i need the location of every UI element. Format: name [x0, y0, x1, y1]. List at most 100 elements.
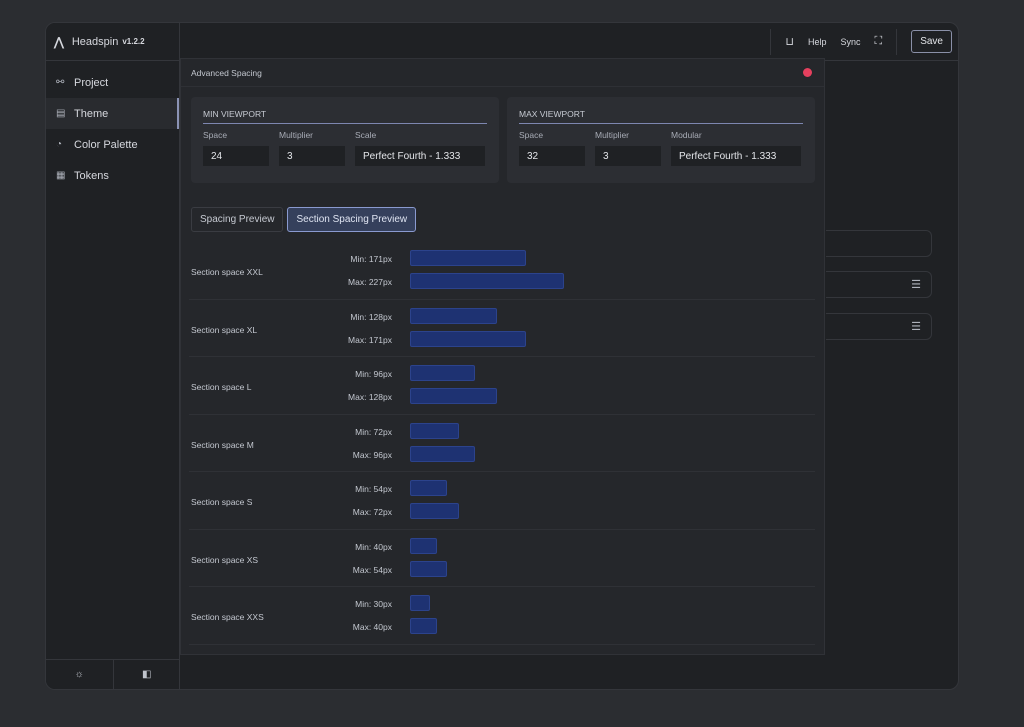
- section-row: Section space XS Min: 40px Max: 54px: [189, 530, 815, 587]
- min-value: 128: [368, 311, 384, 322]
- min-bar: [410, 595, 431, 611]
- background-field: [826, 230, 932, 257]
- max-label: Max: 40px: [352, 622, 392, 632]
- max-value: 72: [373, 507, 384, 517]
- max-value: 128: [368, 392, 384, 402]
- min-bar: [410, 307, 498, 324]
- tokens-icon: ▦: [56, 170, 66, 181]
- sidebar-toggle-button[interactable]: ◧: [114, 660, 181, 689]
- min-label: Min: 96px: [355, 369, 392, 379]
- section-name: Section space S: [191, 497, 253, 507]
- section-name: Section space XS: [191, 554, 259, 565]
- sidebar-item-label: Tokens: [74, 169, 109, 182]
- app-name: Headspin: [71, 35, 119, 48]
- max-value: 227: [368, 277, 384, 287]
- min-label: Min: 171px: [350, 254, 392, 264]
- sidebar-item-label: Project: [74, 76, 109, 89]
- sidebar-footer: ☼ ◧: [46, 659, 180, 689]
- fullscreen-icon[interactable]: ⛶: [875, 35, 883, 48]
- min-multiplier-input[interactable]: 3: [279, 146, 345, 166]
- panel-title: MIN VIEWPORT: [203, 109, 487, 124]
- theme-toggle-button[interactable]: ☼: [46, 660, 114, 689]
- min-bar: [410, 480, 447, 496]
- field-label: Scale: [355, 130, 377, 140]
- min-label: Min: 72px: [355, 426, 392, 437]
- section-name: Section space XL: [191, 324, 258, 335]
- tab-section-spacing-preview[interactable]: Section Spacing Preview: [287, 207, 417, 232]
- min-label: Min: 128px: [350, 311, 392, 322]
- section-row: Section space M Min: 72px Max: 96px: [189, 415, 815, 472]
- sidebar-item-tokens[interactable]: ▦ Tokens: [46, 160, 179, 191]
- min-bar: [410, 422, 459, 439]
- min-space-input[interactable]: 24: [203, 146, 269, 166]
- min-label: Min: 40px: [355, 541, 392, 552]
- headspin-logo-icon: ⋀: [54, 34, 64, 49]
- min-scale-select[interactable]: Perfect Fourth - 1.333: [355, 146, 485, 166]
- field-label: Space: [203, 130, 228, 140]
- sidebar-item-theme[interactable]: ▤ Theme: [46, 98, 179, 129]
- field-label: Multiplier: [279, 130, 314, 140]
- max-viewport-panel: MAX VIEWPORT Space 32 Multiplier 3 Modular…: [507, 97, 815, 183]
- theme-icon: ▤: [56, 108, 66, 119]
- section-row: Section space L Min: 96px Max: 128px: [189, 357, 815, 415]
- sidebar-item-label: Color Palette: [74, 138, 138, 151]
- min-bar: [410, 537, 438, 554]
- max-label: Max: 227px: [348, 277, 392, 287]
- sidebar-item-color-palette[interactable]: ◔ Color Palette: [46, 129, 179, 160]
- sun-icon: ☼: [74, 669, 84, 680]
- max-bar: [410, 273, 565, 289]
- palette-icon: ◔: [56, 139, 63, 150]
- section-name: Section space XXL: [191, 267, 263, 277]
- divider: [770, 28, 772, 55]
- section-row: Section space XL Min: 128px Max: 171px: [189, 300, 815, 357]
- min-label: Min: 30px: [355, 599, 392, 609]
- background-field: ☰: [826, 271, 932, 298]
- max-value: 96: [373, 449, 384, 460]
- min-value: 96: [373, 369, 384, 379]
- sliders-icon[interactable]: ☰: [911, 278, 921, 291]
- max-bar: [410, 618, 438, 634]
- sidebar-item-project[interactable]: ⚯ Project: [46, 67, 179, 98]
- max-value: 40: [373, 622, 384, 632]
- help-button[interactable]: Help: [808, 37, 827, 47]
- min-value: 40: [373, 541, 384, 552]
- max-value: 54: [373, 564, 384, 575]
- min-value: 30: [373, 599, 384, 609]
- close-dot-icon[interactable]: [803, 68, 812, 77]
- max-bar: [410, 330, 527, 347]
- background-field: ☰: [826, 313, 932, 340]
- sliders-icon[interactable]: ☰: [911, 320, 921, 333]
- max-space-input[interactable]: 32: [519, 146, 585, 166]
- section-row: Section space XXL Min: 171px Max: 227px: [189, 242, 815, 300]
- sidebar: ⋀ Headspin v1.2.2 ⚯ Project ▤ Theme ◔ Color…: [46, 23, 180, 689]
- sync-button[interactable]: Sync: [840, 37, 860, 47]
- min-value: 72: [373, 426, 384, 437]
- app-version: v1.2.2: [122, 37, 145, 46]
- modal-header: Advanced Spacing: [181, 59, 824, 87]
- max-label: Max: 96px: [352, 449, 392, 460]
- min-value: 171: [368, 254, 384, 264]
- field-label: Modular: [671, 130, 702, 140]
- sidebar-panel-icon: ◧: [142, 669, 152, 680]
- min-label: Min: 54px: [355, 484, 392, 494]
- min-bar: [410, 365, 476, 381]
- min-viewport-panel: MIN VIEWPORT Space 24 Multiplier 3 Scale Pe…: [191, 97, 499, 183]
- max-label: Max: 171px: [348, 334, 392, 345]
- section-name: Section space XXS: [191, 612, 264, 622]
- min-bar: [410, 250, 527, 266]
- max-multiplier-input[interactable]: 3: [595, 146, 661, 166]
- brand: ⋀ Headspin v1.2.2: [46, 23, 179, 61]
- field-label: Multiplier: [595, 130, 630, 140]
- tab-spacing-preview[interactable]: Spacing Preview: [191, 207, 284, 232]
- inbox-icon[interactable]: ⊔: [785, 35, 794, 48]
- sidebar-item-label: Theme: [74, 107, 109, 120]
- advanced-spacing-modal: Advanced Spacing MIN VIEWPORT Space 24 Mu…: [180, 58, 825, 655]
- max-modular-select[interactable]: Perfect Fourth - 1.333: [671, 146, 801, 166]
- max-value: 171: [368, 334, 384, 345]
- preview-tabs: Spacing Preview Section Spacing Preview: [191, 207, 417, 232]
- panel-title: MAX VIEWPORT: [519, 109, 803, 124]
- max-bar: [410, 388, 498, 404]
- divider: [896, 28, 898, 55]
- save-button[interactable]: Save: [911, 30, 952, 53]
- max-bar: [410, 560, 447, 577]
